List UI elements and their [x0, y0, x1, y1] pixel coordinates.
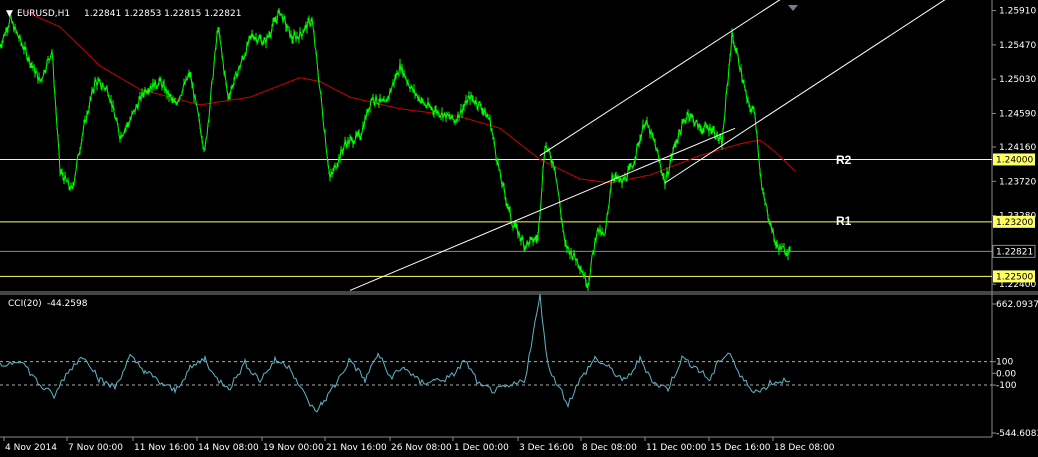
trading-chart[interactable]: 1.25910 1.25470 1.25030 1.24590 1.24160 1.237… [0, 0, 1038, 457]
cci-tick-label: -544.6083 [996, 429, 1038, 439]
cci-tick-label: 662.0937 [996, 300, 1038, 310]
chart-background [0, 0, 1038, 457]
time-tick-label: 4 Nov 2014 [5, 443, 57, 453]
price-tick-label: 1.23720 [999, 177, 1036, 187]
time-tick-label: 19 Nov 00:00 [263, 443, 324, 453]
r1-label: R1 [836, 214, 852, 228]
price-axis: 1.25910 1.25470 1.25030 1.24590 1.24160 1.237… [992, 7, 1036, 290]
time-tick-label: 21 Nov 16:00 [326, 443, 387, 453]
time-tick-label: 11 Nov 16:00 [134, 443, 195, 453]
time-tick-label: 7 Nov 00:00 [68, 443, 123, 453]
symbol-label: EURUSD,H1 [17, 9, 70, 19]
cci-tick-label: 100 [996, 358, 1013, 368]
r2-label: R2 [836, 153, 852, 167]
time-tick-label: 26 Nov 08:00 [391, 443, 452, 453]
price-tick-label: 1.25470 [999, 41, 1036, 51]
time-tick-label: 1 Dec 00:00 [454, 443, 509, 453]
cci-tick-label: -100 [996, 381, 1017, 391]
price-tick-label: 1.25030 [999, 75, 1036, 85]
indicator-name: CCI(20) [8, 299, 42, 309]
time-tick-label: 11 Dec 00:00 [646, 443, 707, 453]
ohlc-values: 1.22841 1.22853 1.22815 1.22821 [84, 9, 241, 19]
r2-price-label: 1.24000 [996, 155, 1033, 165]
time-tick-label: 8 Dec 08:00 [582, 443, 637, 453]
price-tick-label: 1.24590 [999, 109, 1036, 119]
time-tick-label: 18 Dec 08:00 [774, 443, 835, 453]
time-tick-label: 14 Nov 08:00 [198, 443, 259, 453]
support-price-label: 1.22500 [996, 272, 1033, 282]
cci-tick-label: 0.00 [996, 369, 1016, 379]
r1-price-label: 1.23200 [996, 218, 1033, 228]
current-price-label: 1.22821 [996, 247, 1033, 257]
price-tick-label: 1.25910 [999, 7, 1036, 17]
chart-menu-icon[interactable]: ▼ [6, 9, 13, 19]
price-tick-label: 1.24160 [999, 143, 1036, 153]
time-tick-label: 15 Dec 16:00 [710, 443, 771, 453]
indicator-value: -44.2598 [47, 299, 88, 309]
time-tick-label: 3 Dec 16:00 [519, 443, 574, 453]
